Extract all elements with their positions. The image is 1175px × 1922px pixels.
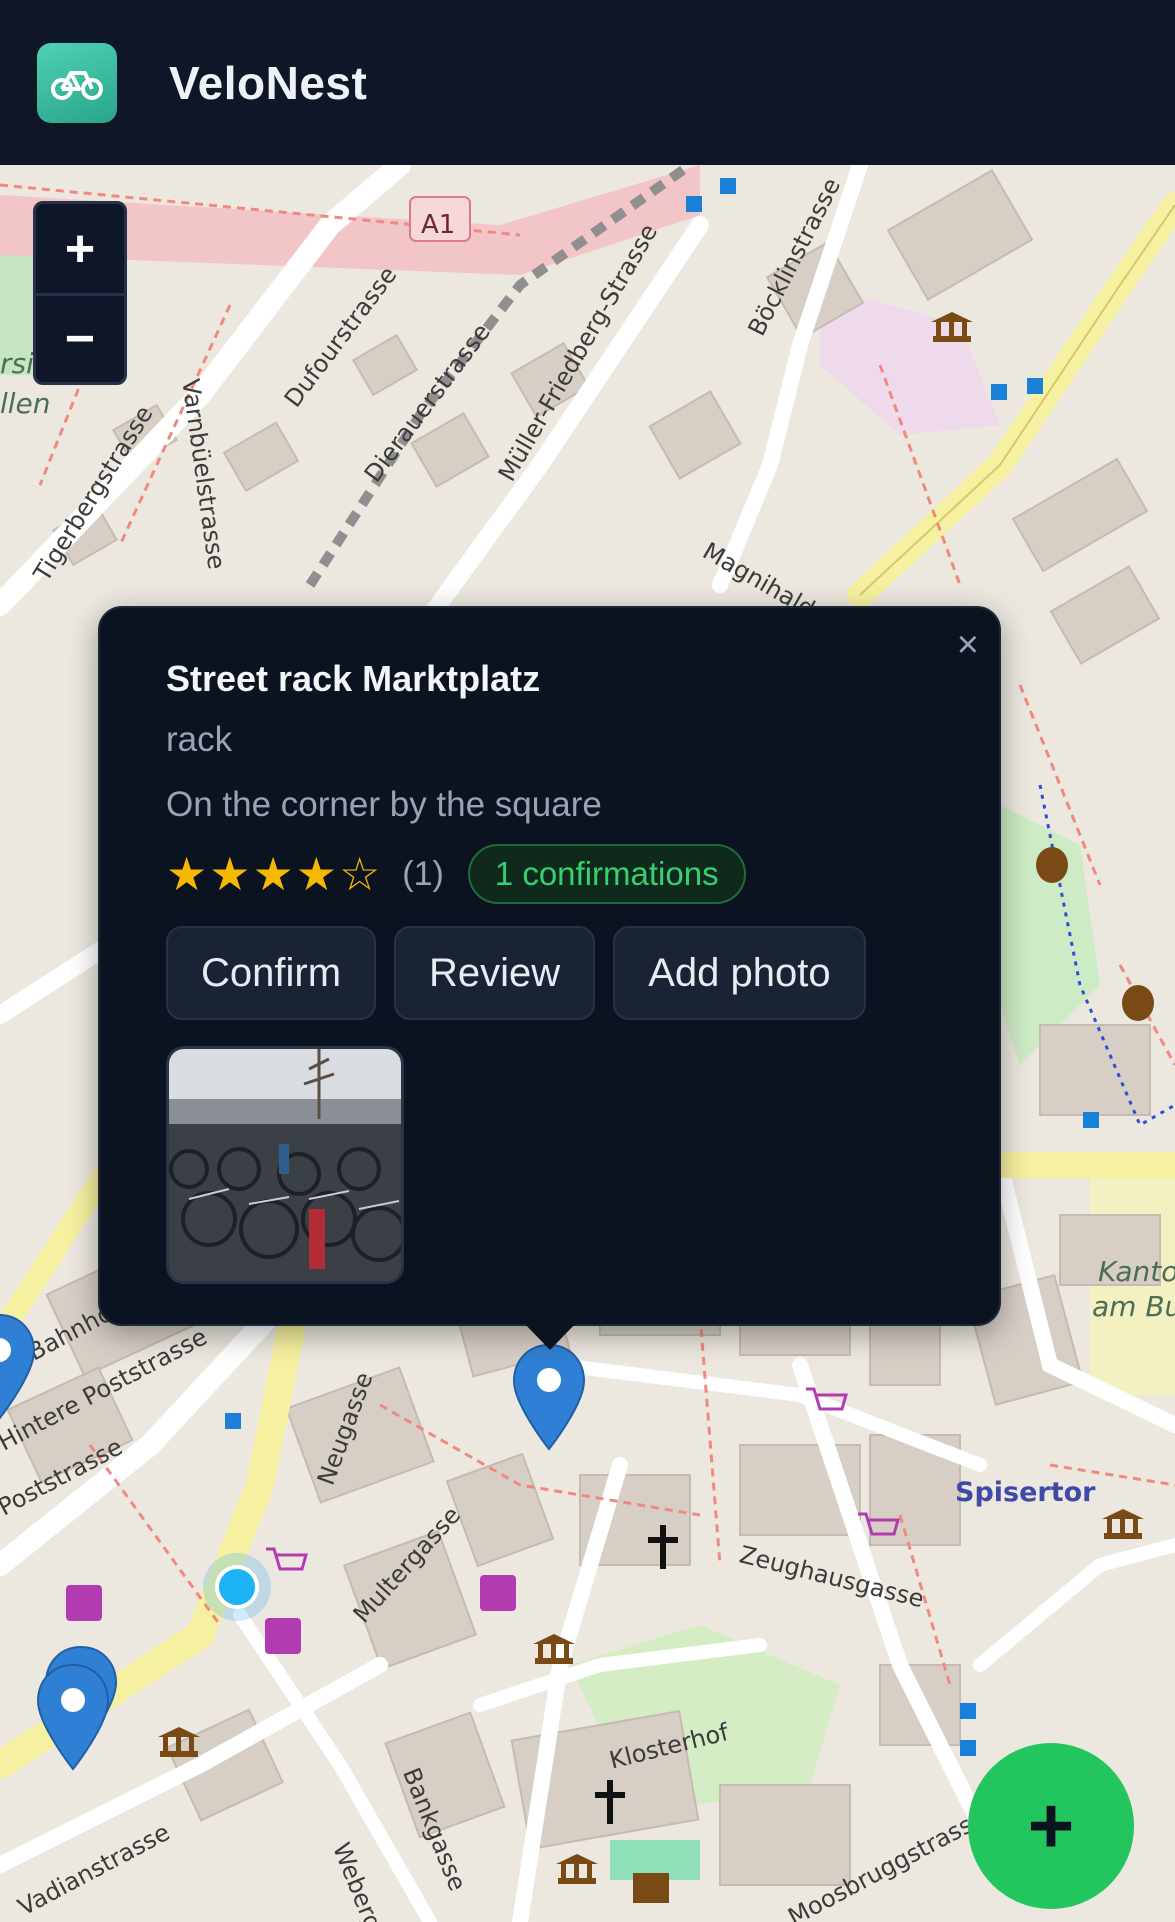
- star-filled-icon: ★: [295, 848, 337, 900]
- map-pin-icon[interactable]: [512, 1343, 586, 1453]
- zoom-in-button[interactable]: +: [36, 204, 124, 293]
- popup-actions: Confirm Review Add photo: [166, 926, 866, 1020]
- close-icon[interactable]: ×: [957, 626, 979, 664]
- street-label: Spisertor: [955, 1477, 1096, 1508]
- star-filled-icon: ★: [166, 848, 208, 900]
- popup-pointer: [523, 1322, 577, 1350]
- popup-title: Street rack Marktplatz: [166, 658, 541, 699]
- confirm-button[interactable]: Confirm: [166, 926, 377, 1020]
- star-rating: ★ ★ ★ ★ ☆: [166, 851, 380, 897]
- confirmations-badge: 1 confirmations: [467, 844, 746, 904]
- area-label: llen: [0, 387, 51, 420]
- add-spot-button[interactable]: +: [968, 1743, 1134, 1909]
- area-label: am Bu: [1092, 1290, 1175, 1323]
- spot-type: rack: [166, 720, 233, 759]
- app-header: VeloNest: [0, 0, 1175, 165]
- road-shield-label: A1: [421, 210, 456, 240]
- spot-photo-thumbnail[interactable]: [166, 1046, 404, 1284]
- spot-description: On the corner by the square: [166, 785, 602, 824]
- review-button[interactable]: Review: [394, 926, 596, 1020]
- zoom-control: + −: [33, 201, 127, 385]
- rating-row: ★ ★ ★ ★ ☆ (1) 1 confirmations: [166, 844, 746, 904]
- map-pin-icon[interactable]: [0, 1313, 36, 1423]
- star-filled-icon: ★: [252, 848, 294, 900]
- area-label: rsi: [0, 347, 34, 380]
- add-photo-button[interactable]: Add photo: [613, 926, 866, 1020]
- zoom-out-button[interactable]: −: [36, 293, 124, 382]
- rating-count: (1): [402, 854, 444, 893]
- bicycle-icon: [37, 42, 117, 123]
- app-title: VeloNest: [169, 56, 368, 109]
- spot-popup: × Street rack Marktplatz rack On the cor…: [98, 606, 1001, 1326]
- area-label: Kanton: [1098, 1255, 1175, 1288]
- star-filled-icon: ★: [209, 848, 251, 900]
- map-pin-icon[interactable]: [36, 1663, 110, 1773]
- star-empty-icon: ☆: [339, 848, 381, 900]
